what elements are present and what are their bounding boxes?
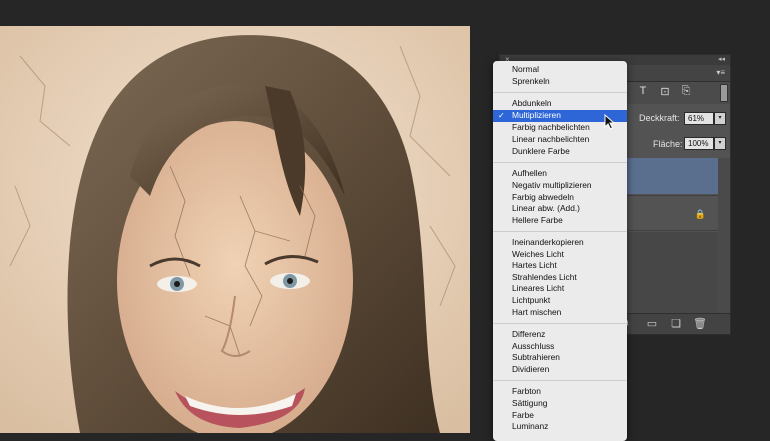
menu-item-dunklere-farbe[interactable]: Dunklere Farbe [493, 146, 627, 158]
menu-separator [493, 323, 627, 324]
menu-item-negativ-multiplizieren[interactable]: Negativ multiplizieren [493, 180, 627, 192]
lock-icon: 🔒 [694, 209, 706, 219]
menu-item-hellere-farbe[interactable]: Hellere Farbe [493, 215, 627, 227]
menu-item-hart-mischen[interactable]: Hart mischen [493, 307, 627, 319]
opacity-dropdown-icon[interactable]: ▾ [714, 112, 726, 125]
menu-item-subtrahieren[interactable]: Subtrahieren [493, 352, 627, 364]
menu-item-lineares-licht[interactable]: Lineares Licht [493, 283, 627, 295]
shape-filter-icon[interactable]: ⊡ [658, 85, 672, 98]
smart-object-filter-icon[interactable]: ⎘ [679, 85, 693, 98]
menu-item-saettigung[interactable]: Sättigung [493, 398, 627, 410]
fill-dropdown-icon[interactable]: ▾ [714, 137, 726, 150]
menu-separator [493, 231, 627, 232]
menu-item-aufhellen[interactable]: Aufhellen [493, 168, 627, 180]
mouse-cursor-icon [604, 114, 616, 130]
menu-item-weiches-licht[interactable]: Weiches Licht [493, 249, 627, 261]
menu-item-linear-nachbelichten[interactable]: Linear nachbelichten [493, 134, 627, 146]
menu-item-hartes-licht[interactable]: Hartes Licht [493, 260, 627, 272]
fill-label: Fläche: [653, 139, 683, 149]
menu-item-lichtpunkt[interactable]: Lichtpunkt [493, 295, 627, 307]
menu-item-farbe[interactable]: Farbe [493, 410, 627, 422]
menu-separator [493, 162, 627, 163]
menu-item-label: Multiplizieren [512, 110, 561, 120]
layers-scrollbar[interactable] [718, 158, 730, 314]
menu-item-farbton[interactable]: Farbton [493, 386, 627, 398]
menu-item-ausschluss[interactable]: Ausschluss [493, 341, 627, 353]
trash-icon[interactable]: 🗑 [693, 317, 707, 330]
menu-item-luminanz[interactable]: Luminanz [493, 421, 627, 433]
menu-item-ineinanderkopieren[interactable]: Ineinanderkopieren [493, 237, 627, 249]
canvas-photo[interactable] [0, 26, 470, 433]
menu-separator [493, 92, 627, 93]
group-folder-icon[interactable]: ▭ [645, 317, 659, 330]
menu-item-linear-abwedeln[interactable]: Linear abw. (Add.) [493, 203, 627, 215]
menu-item-farbig-abwedeln[interactable]: Farbig abwedeln [493, 192, 627, 204]
fill-input[interactable]: 100% [684, 137, 714, 150]
filter-toggle[interactable] [720, 84, 728, 102]
new-layer-icon[interactable]: ❏ [669, 317, 683, 330]
menu-item-differenz[interactable]: Differenz [493, 329, 627, 341]
checkmark-icon: ✓ [498, 111, 505, 120]
opacity-label: Deckkraft: [639, 113, 680, 123]
collapse-icon[interactable]: ◂◂ [718, 55, 725, 65]
panel-menu-icon[interactable]: ▾≡ [716, 68, 725, 77]
type-filter-icon[interactable]: T [636, 85, 650, 97]
menu-item-strahlendes-licht[interactable]: Strahlendes Licht [493, 272, 627, 284]
menu-item-abdunkeln[interactable]: Abdunkeln [493, 98, 627, 110]
menu-item-dividieren[interactable]: Dividieren [493, 364, 627, 376]
menu-item-normal[interactable]: Normal [493, 64, 627, 76]
menu-item-sprenkeln[interactable]: Sprenkeln [493, 76, 627, 88]
opacity-input[interactable]: 61% [684, 112, 714, 125]
menu-separator [493, 380, 627, 381]
